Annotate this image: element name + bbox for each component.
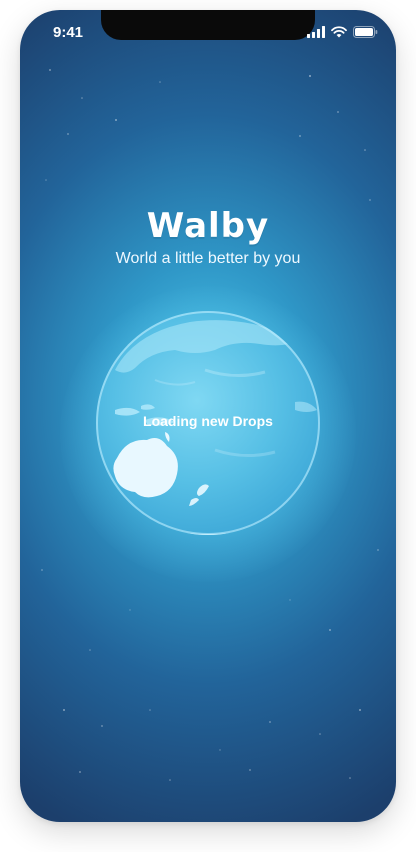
device-notch [101, 10, 315, 40]
app-title: Walby [146, 206, 270, 246]
loading-status-text: Loading new Drops [143, 413, 273, 429]
cellular-signal-icon [307, 26, 325, 38]
status-time: 9:41 [53, 24, 84, 41]
phone-screen: 9:41 Walby World a little better by you [20, 10, 396, 822]
app-subtitle: World a little better by you [115, 250, 301, 267]
battery-icon [353, 26, 378, 38]
wifi-icon [331, 26, 347, 38]
status-icons [307, 26, 378, 38]
